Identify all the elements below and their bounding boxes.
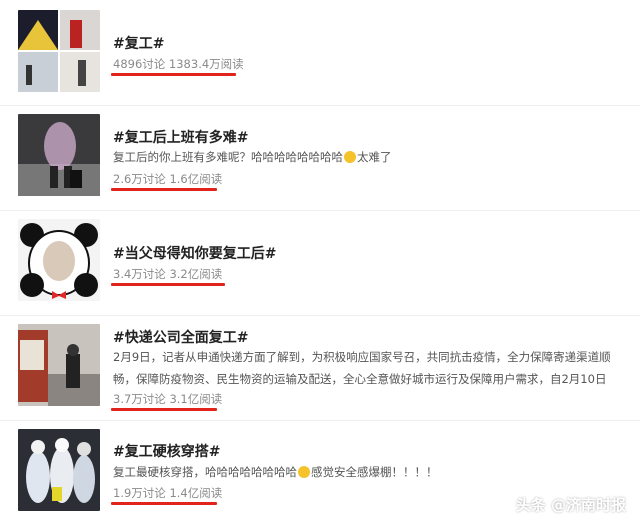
topic-title[interactable]: #快递公司全面复工# [113,327,248,347]
topic-thumbnail-1[interactable] [18,10,100,92]
stats-underline [111,188,217,191]
topic-stats: 2.6万讨论 1.6亿阅读 [113,172,223,186]
topic-title[interactable]: #复工# [113,33,164,53]
description-text: 太难了 [357,150,392,164]
watermark-logo: 头条 @济南时报 [515,496,626,514]
topic-description: 复工最硬核穿搭，哈哈哈哈哈哈哈哈 感觉安全感爆棚！！！！ [113,461,633,483]
topic-item-3[interactable]: #当父母得知你要复工后# 3.4万讨论 3.2亿阅读 [0,211,640,315]
stats-underline [111,73,236,76]
description-text: 感觉安全感爆棚！！！！ [311,465,438,479]
topic-stats: 3.7万讨论 3.1亿阅读 [113,392,223,406]
topic-thumbnail-5[interactable] [18,429,100,511]
topic-stats: 1.9万讨论 1.4亿阅读 [113,486,223,500]
topic-item-1[interactable]: #复工# 4896讨论 1383.4万阅读 [0,0,640,105]
topic-item-2[interactable]: #复工后上班有多难# 复工后的你上班有多难呢？哈哈哈哈哈哈哈哈 太难了 2.6万讨… [0,106,640,210]
laughing-emoji-icon [298,466,310,478]
topic-description: 2月9日，记者从申通快递方面了解到，为积极响应国家号召，共同抗击疫情，全力保障寄… [113,350,611,386]
topic-item-4[interactable]: #快递公司全面复工# 2月9日，记者从申通快递方面了解到，为积极响应国家号召，共… [0,316,640,420]
topic-title[interactable]: #复工后上班有多难# [113,127,248,147]
topic-stats: 3.4万讨论 3.2亿阅读 [113,267,223,281]
stats-underline [111,283,225,286]
stats-underline [111,502,217,505]
description-text: 复工后的你上班有多难呢？哈哈哈哈哈哈哈哈 [113,150,343,164]
topic-title[interactable]: #复工硬核穿搭# [113,441,220,461]
laughing-emoji-icon [344,151,356,163]
topic-description: 复工后的你上班有多难呢？哈哈哈哈哈哈哈哈 太难了 [113,146,633,168]
topic-title[interactable]: #当父母得知你要复工后# [113,243,276,263]
topic-stats: 4896讨论 1383.4万阅读 [113,57,244,71]
topic-thumbnail-3[interactable] [18,219,100,301]
description-text: 复工最硬核穿搭，哈哈哈哈哈哈哈哈 [113,465,297,479]
topic-thumbnail-4[interactable] [18,324,100,406]
topic-thumbnail-2[interactable] [18,114,100,196]
stats-underline [111,408,217,411]
